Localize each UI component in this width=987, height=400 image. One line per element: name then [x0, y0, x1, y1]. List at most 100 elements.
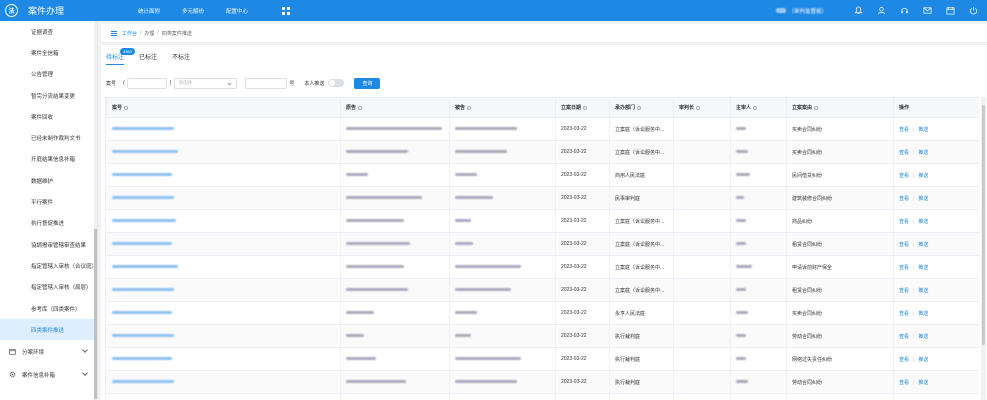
user-badge[interactable]: （审判监督庭） — [776, 7, 827, 15]
sidebar-item-judgment-docs[interactable]: 已经未制作裁判文书 — [0, 127, 97, 148]
table-row[interactable]: 2023-03-22 商用人民法庭 民间借贷纠纷 查看 | 推送 — [106, 163, 979, 187]
view-link[interactable]: 查看 — [899, 242, 909, 248]
col-case-no[interactable]: 案号 — [106, 97, 341, 118]
menu-toggle-icon[interactable] — [111, 30, 117, 36]
push-link[interactable]: 推送 — [918, 357, 928, 363]
push-link[interactable]: 推送 — [918, 288, 928, 294]
push-link[interactable]: 推送 — [918, 219, 928, 225]
tab-pending[interactable]: 待标注 4363 — [106, 48, 135, 65]
filter-icon[interactable] — [124, 105, 129, 110]
sidebar-scroll-thumb[interactable] — [94, 229, 97, 399]
sidebar-item-four-type-push[interactable]: 四类案件推送 — [0, 319, 97, 341]
power-icon[interactable] — [968, 5, 979, 16]
case-number-input[interactable] — [245, 77, 288, 89]
push-link[interactable]: 推送 — [918, 196, 928, 202]
tab-marked[interactable]: 已标注 — [139, 52, 157, 65]
sidebar-item-case-recall[interactable]: 案件回收 — [0, 106, 97, 127]
breadcrumb-workbench[interactable]: 工作台 — [122, 30, 137, 37]
col-department[interactable]: 承办部门 — [609, 97, 674, 118]
sidebar-item-jurisdiction-bureau[interactable]: 指定管辖入审核（局层） — [0, 277, 97, 298]
push-link[interactable]: 推送 — [918, 242, 928, 248]
view-link[interactable]: 查看 — [899, 311, 909, 317]
col-filing-date[interactable]: 立案日期 — [555, 97, 610, 118]
table-row[interactable]: 2023-03-22 永亨人民法庭 买卖合同纠纷 查看 | 推送 — [106, 301, 979, 325]
cell-case-no[interactable] — [106, 186, 341, 210]
view-link[interactable]: 查看 — [899, 150, 909, 156]
sidebar-item-diversion-change[interactable]: 暂完分流结果变更 — [0, 85, 97, 106]
cell-case-no[interactable] — [106, 140, 341, 164]
table-row[interactable]: 2023-03-22 立案庭（诉讼服务中... 租赁合同纠纷 查看 | 推送 — [106, 278, 979, 302]
view-link[interactable]: 查看 — [899, 288, 909, 294]
sidebar-item-jurisdiction-review[interactable]: 協調撥审管辖审查结果 — [0, 234, 97, 255]
col-defendant[interactable]: 被告 — [449, 97, 556, 118]
headset-icon[interactable] — [899, 5, 910, 16]
sidebar-item-parallel-cases[interactable]: 平行案件 — [0, 191, 97, 212]
table-row[interactable]: 2023-03-22 执行裁判庭 劳动合同纠纷 查看 | 推送 — [106, 324, 979, 348]
cell-case-no[interactable] — [106, 370, 341, 394]
case-year-input[interactable] — [126, 77, 167, 89]
view-link[interactable]: 查看 — [899, 196, 909, 202]
table-row[interactable]: 2023-03-22 立案庭（诉讼服务中... 买卖合同纠纷 查看 | 推送 — [106, 117, 979, 141]
cell-case-no[interactable] — [106, 232, 341, 256]
app-grid-icon[interactable] — [282, 6, 291, 15]
view-link[interactable]: 查看 — [899, 357, 909, 363]
sidebar-item-announcements[interactable]: 公告管理 — [0, 64, 97, 85]
filter-icon[interactable] — [637, 105, 642, 110]
view-link[interactable]: 查看 — [899, 334, 909, 340]
table-row[interactable]: 2023-03-22 立案庭（诉讼服务中... 商品纠纷 查看 | 推送 — [106, 209, 979, 233]
sidebar-group-case-assignment[interactable]: 分案环境 — [0, 340, 97, 363]
cell-case-no[interactable] — [106, 393, 341, 400]
tab-unmarked[interactable]: 不标注 — [172, 52, 190, 65]
table-row[interactable]: 2023-03-22 立案庭（诉讼服务中... 租赁合同纠纷 查看 | 推送 — [106, 232, 979, 256]
sidebar-item-evidence[interactable]: 证据调查 — [0, 21, 97, 42]
col-lead-judge[interactable]: 主审人 — [730, 97, 787, 118]
view-link[interactable]: 查看 — [899, 265, 909, 271]
cell-case-no[interactable] — [106, 278, 341, 302]
breadcrumb-handle[interactable]: 办理 — [144, 30, 154, 37]
col-plaintiff[interactable]: 原告 — [340, 97, 450, 118]
table-row[interactable]: 2023-03-22 民事审判庭 建筑装修合同纠纷 查看 | 推送 — [106, 186, 979, 210]
table-row[interactable]: 2023-03-22执行裁判庭 买卖合同纠纷查看|推送 — [106, 393, 979, 400]
table-row[interactable]: 2023-03-22 立案庭（诉讼服务中... 买卖合同纠纷 查看 | 推送 — [106, 140, 979, 164]
court-code-select[interactable]: 请选择 — [174, 77, 238, 89]
sidebar-scrollbar[interactable] — [94, 21, 97, 400]
cell-case-no[interactable] — [106, 209, 341, 233]
table-scrollbar[interactable] — [981, 97, 986, 400]
cell-case-no[interactable] — [106, 324, 341, 348]
filter-icon[interactable] — [753, 105, 758, 110]
sidebar-item-hearing-results[interactable]: 开庭结果信息补箱 — [0, 149, 97, 170]
table-row[interactable]: 2023-03-22 执行裁判庭 劳动合同纠纷 查看 | 推送 — [106, 370, 979, 394]
cell-case-no[interactable] — [106, 301, 341, 325]
cell-case-no[interactable] — [106, 117, 341, 141]
user-icon[interactable] — [876, 5, 887, 16]
filter-icon[interactable] — [358, 105, 363, 110]
view-link[interactable]: 查看 — [899, 127, 909, 133]
sidebar-item-execution-push[interactable]: 执行督促推进 — [0, 213, 97, 234]
push-link[interactable]: 推送 — [918, 311, 928, 317]
push-link[interactable]: 推送 — [918, 127, 928, 133]
table-scroll-thumb[interactable] — [982, 105, 985, 345]
sidebar-item-case-mailbox[interactable]: 案件全信箱 — [0, 42, 97, 63]
self-push-toggle[interactable] — [328, 79, 345, 87]
push-link[interactable]: 推送 — [918, 334, 928, 340]
filter-icon[interactable] — [696, 105, 701, 110]
nav-dispute-resolution[interactable]: 多元解纷 — [182, 7, 204, 15]
push-link[interactable]: 推送 — [918, 150, 928, 156]
filter-icon[interactable] — [814, 105, 819, 110]
sidebar-item-data-maintenance[interactable]: 数据维护 — [0, 170, 97, 191]
filter-icon[interactable] — [467, 105, 472, 110]
view-link[interactable]: 查看 — [899, 219, 909, 225]
sidebar-group-case-info[interactable]: 案件信息补箱 — [0, 363, 97, 386]
cell-case-no[interactable] — [106, 163, 341, 187]
cell-case-no[interactable] — [106, 347, 341, 371]
view-link[interactable]: 查看 — [899, 380, 909, 386]
sidebar-item-reference-library[interactable]: 参考库（四类案件） — [0, 298, 97, 319]
filter-icon[interactable] — [583, 105, 588, 110]
mail-icon[interactable] — [922, 5, 933, 16]
table-row[interactable]: 2023-03-22 立案庭（诉讼服务中... 申请诉前财产保全 查看 | 推送 — [106, 255, 979, 279]
push-link[interactable]: 推送 — [918, 173, 928, 179]
app-logo[interactable]: 法 案件办理 — [0, 4, 100, 17]
nav-statistics[interactable]: 统计面附 — [138, 7, 160, 15]
col-cause[interactable]: 立案案由 — [786, 97, 894, 118]
table-row[interactable]: 2023-03-22 执行裁判庭 网络过失责任纠纷 查看 | 推送 — [106, 347, 979, 371]
